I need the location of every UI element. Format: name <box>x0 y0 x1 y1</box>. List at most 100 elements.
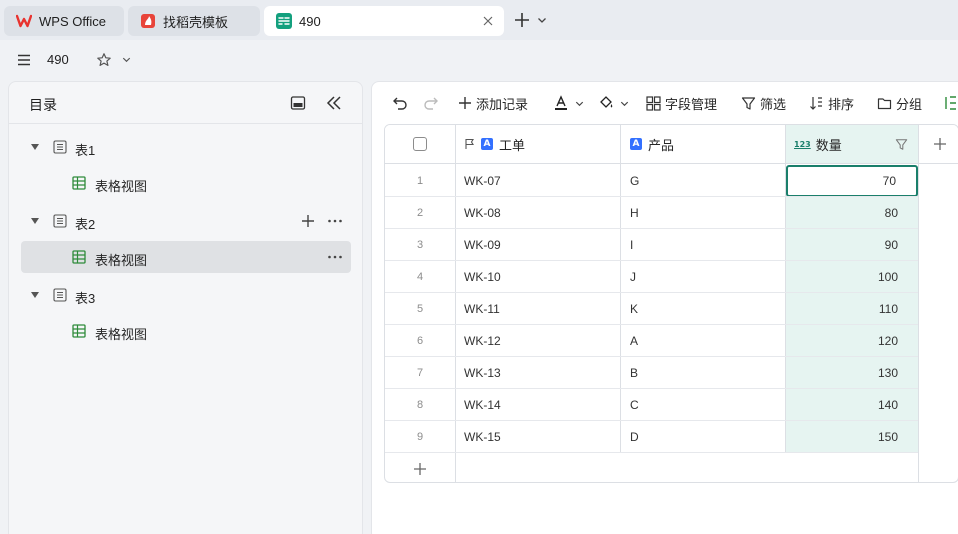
cell-product[interactable]: G <box>621 165 785 197</box>
redo-button[interactable] <box>423 94 439 112</box>
cell-product[interactable]: D <box>621 421 785 453</box>
column-header-order[interactable]: A 工单 <box>456 125 620 164</box>
title-tab-bar: WPS Office 找稻壳模板 490 <box>0 0 958 40</box>
cell-quantity[interactable]: 90 <box>786 229 918 261</box>
select-all-checkbox[interactable] <box>413 137 427 151</box>
undo-icon <box>393 97 407 110</box>
text-field-icon: A <box>630 138 642 150</box>
group-label: 分组 <box>896 96 923 112</box>
column-label: 数量 <box>815 137 842 153</box>
more-icon[interactable] <box>327 249 343 265</box>
sidebar-item-grid-view[interactable]: 表格视图 <box>21 167 351 199</box>
flag-icon <box>465 138 474 149</box>
cell-product[interactable]: H <box>621 197 785 229</box>
cell-quantity[interactable]: 110 <box>786 293 918 325</box>
row-number: 7 <box>416 367 424 379</box>
more-icon[interactable] <box>327 213 343 229</box>
cell-order[interactable]: WK-14 <box>456 389 620 421</box>
sidebar-item-table-2[interactable]: 表2 <box>21 205 351 237</box>
cell-quantity[interactable]: 120 <box>786 325 918 357</box>
document-title[interactable]: 490 <box>47 52 69 67</box>
table-icon <box>53 140 67 154</box>
cell-product[interactable]: B <box>621 357 785 389</box>
fill-color-button[interactable] <box>598 94 630 112</box>
sidebar-item-grid-view[interactable]: 表格视图 <box>21 315 351 347</box>
cell-order[interactable]: WK-07 <box>456 165 620 197</box>
cell-quantity[interactable]: 80 <box>786 197 918 229</box>
cell-product[interactable]: J <box>621 261 785 293</box>
text-color-button[interactable] <box>553 94 585 112</box>
grid-view-icon <box>72 176 86 190</box>
filter-icon <box>741 96 756 110</box>
cell-order[interactable]: WK-15 <box>456 421 620 453</box>
sort-button[interactable]: 排序 <box>809 94 854 112</box>
chevron-down-icon[interactable] <box>121 54 132 65</box>
cell-product[interactable]: I <box>621 229 785 261</box>
tab-wps-office[interactable]: WPS Office <box>4 6 124 36</box>
undo-button[interactable] <box>392 94 408 112</box>
filter-label: 筛选 <box>760 96 787 112</box>
grid-view-icon <box>72 250 86 264</box>
cell-quantity[interactable]: 150 <box>786 421 918 453</box>
column-header-quantity[interactable]: 123 数量 <box>786 125 918 164</box>
number-field-icon: 123 <box>794 139 811 149</box>
panel-toggle-icon[interactable] <box>290 95 306 111</box>
cell-product[interactable]: K <box>621 293 785 325</box>
view-toolbar: 添加记录 字段管理 筛选 排序 分组 <box>372 82 958 124</box>
add-row-button[interactable] <box>385 453 455 482</box>
grid-view-icon <box>72 324 86 338</box>
add-column-button[interactable] <box>919 125 958 164</box>
plus-icon <box>414 463 426 475</box>
cell-product[interactable]: C <box>621 389 785 421</box>
sidebar-item-label: 表1 <box>75 143 96 158</box>
collapse-sidebar-icon[interactable] <box>325 94 343 112</box>
select-all-header[interactable] <box>385 125 455 164</box>
cell-order[interactable]: WK-09 <box>456 229 620 261</box>
caret-down-icon[interactable] <box>31 291 39 299</box>
group-button[interactable]: 分组 <box>877 94 922 112</box>
sidebar-title: 目录 <box>29 97 57 113</box>
docer-icon <box>141 14 155 28</box>
add-record-button[interactable]: 添加记录 <box>458 94 528 112</box>
table-icon <box>53 288 67 302</box>
cell-quantity[interactable]: 130 <box>786 357 918 389</box>
add-icon[interactable] <box>300 213 316 229</box>
cell-order[interactable]: WK-12 <box>456 325 620 357</box>
cell-quantity[interactable]: 140 <box>786 389 918 421</box>
data-grid: A 工单 A 产品 123 数量 1 WK-07 G 70 2 WK-08 H 80 3 WK-0… <box>384 124 958 483</box>
sidebar-item-grid-view-selected[interactable]: 表格视图 <box>21 241 351 273</box>
close-icon[interactable] <box>480 13 496 29</box>
field-manage-label: 字段管理 <box>665 96 718 112</box>
cell-order[interactable]: WK-11 <box>456 293 620 325</box>
wps-logo-icon <box>16 14 32 28</box>
cell-product[interactable]: A <box>621 325 785 357</box>
menu-icon[interactable] <box>16 52 32 68</box>
caret-down-icon[interactable] <box>31 143 39 151</box>
tab-490[interactable]: 490 <box>264 6 504 36</box>
new-tab-plus-icon[interactable] <box>512 10 532 30</box>
plus-icon <box>459 97 471 109</box>
sidebar-item-table-3[interactable]: 表3 <box>21 279 351 311</box>
caret-down-icon[interactable] <box>31 217 39 225</box>
star-icon[interactable] <box>96 52 112 68</box>
cell-order[interactable]: WK-13 <box>456 357 620 389</box>
cell-order[interactable]: WK-10 <box>456 261 620 293</box>
table-icon <box>53 214 67 228</box>
sidebar-item-table-1[interactable]: 表1 <box>21 131 351 163</box>
field-manage-button[interactable]: 字段管理 <box>646 94 717 112</box>
filter-icon[interactable] <box>895 138 908 151</box>
chevron-down-icon <box>575 101 584 106</box>
filter-button[interactable]: 筛选 <box>741 94 786 112</box>
cell-quantity[interactable]: 70 <box>786 165 918 197</box>
chevron-down-icon[interactable] <box>536 14 548 26</box>
row-number: 2 <box>416 207 424 219</box>
cell-order[interactable]: WK-08 <box>456 197 620 229</box>
tab-docer-templates[interactable]: 找稻壳模板 <box>128 6 260 36</box>
tab-label: 490 <box>299 13 321 29</box>
column-header-product[interactable]: A 产品 <box>621 125 785 164</box>
cell-quantity[interactable]: 100 <box>786 261 918 293</box>
sidebar-item-label: 表格视图 <box>95 179 148 194</box>
multidim-table-icon <box>276 13 292 29</box>
grid-icon <box>646 95 661 111</box>
more-tools-button[interactable] <box>944 94 958 112</box>
